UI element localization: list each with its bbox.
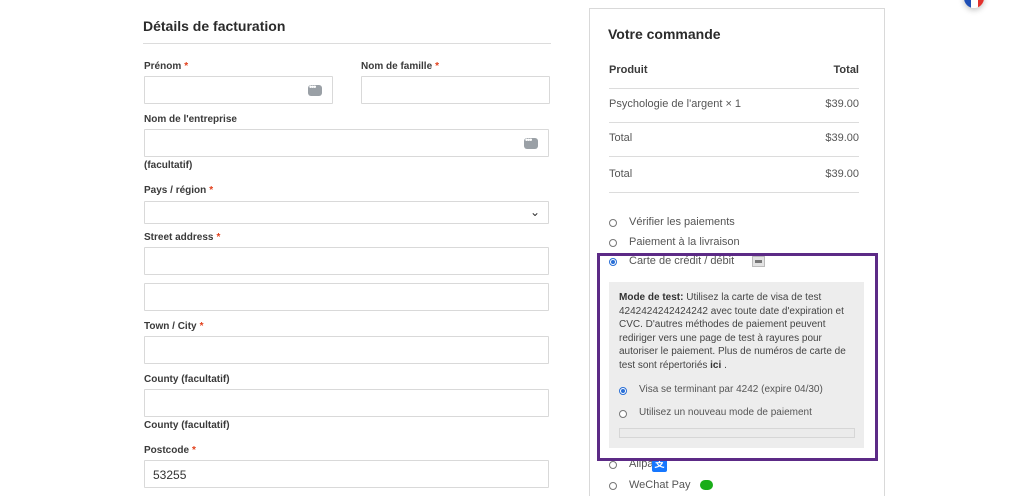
radio-button[interactable] [609,239,617,247]
town-field[interactable] [144,336,549,364]
company-label: Nom de l'entreprise [144,114,237,125]
order-total-row: Total $39.00 [609,157,859,193]
french-flag-icon [964,0,984,8]
company-field[interactable] [144,129,549,157]
radio-button[interactable] [609,461,617,469]
first-name-field[interactable] [144,76,333,104]
order-subtotal-row: Total $39.00 [609,121,859,157]
chevron-down-icon: ⌄ [529,205,540,219]
total-header: Total [833,64,859,76]
postcode-label: Postcode * [144,445,196,456]
street-label: Street address * [144,232,221,243]
county-field[interactable] [144,389,549,417]
highlight-annotation [597,253,878,461]
order-title: Votre commande [608,26,721,42]
radio-button[interactable] [609,219,617,227]
radio-button[interactable] [609,482,617,490]
street-field[interactable] [144,247,549,275]
last-name-label: Nom de famille * [361,61,440,72]
autofill-icon[interactable] [308,82,322,96]
autofill-icon[interactable] [524,135,538,149]
divider [143,43,551,44]
town-label: Town / City * [144,321,204,332]
first-name-label: Prénom * [144,61,189,72]
country-select[interactable]: ⌄ [144,201,549,224]
street-field-2[interactable] [144,283,549,311]
postcode-field[interactable]: 53255 [144,460,549,488]
order-line-item: Psychologie de l'argent × 1 $39.00 [609,87,859,123]
county-hint: County (facultatif) [144,420,230,431]
product-header: Produit [609,64,648,76]
last-name-field[interactable] [361,76,550,104]
billing-title: Détails de facturation [143,18,286,34]
wechat-icon [700,480,713,490]
order-table-header: Produit Total [609,53,859,89]
country-label: Pays / région * [144,185,214,196]
language-switcher[interactable]: FR ⌄ [960,0,1028,16]
county-label: County (facultatif) [144,374,230,385]
company-optional-hint: (facultatif) [144,160,193,171]
